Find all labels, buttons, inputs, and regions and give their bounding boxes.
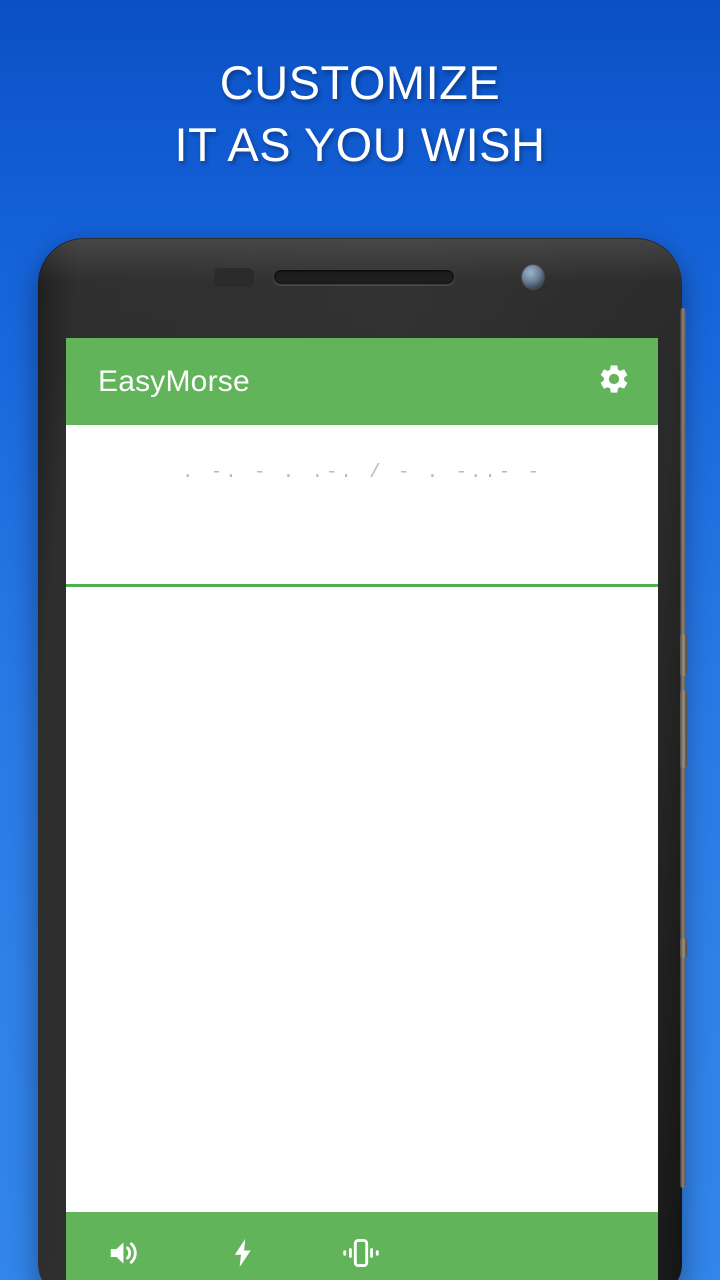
- volume-icon: [106, 1234, 144, 1277]
- promo-headline-line-1: CUSTOMIZE: [219, 56, 501, 109]
- proximity-sensor-icon: [214, 268, 254, 287]
- volume-up-button[interactable]: [680, 634, 687, 676]
- promo-headline: CUSTOMIZE IT AS YOU WISH: [0, 52, 720, 176]
- flash-button[interactable]: [184, 1236, 302, 1275]
- message-content-area[interactable]: [66, 587, 658, 1212]
- promo-headline-line-2: IT AS YOU WISH: [174, 118, 546, 171]
- app-bar: EasyMorse: [66, 338, 658, 425]
- earpiece-speaker-icon: [273, 269, 455, 285]
- volume-down-button[interactable]: [680, 690, 687, 768]
- morse-display-area[interactable]: . -. - . .-. / - . -..- -: [66, 425, 658, 587]
- bottom-toolbar: [66, 1212, 658, 1280]
- vibrate-icon: [341, 1235, 381, 1276]
- settings-button[interactable]: [590, 358, 638, 406]
- phone-screen: EasyMorse . -. - . .-. / - . -..- -: [66, 338, 658, 1280]
- phone-mockup: EasyMorse . -. - . .-. / - . -..- -: [38, 238, 687, 1280]
- sound-button[interactable]: [66, 1234, 184, 1277]
- app-title: EasyMorse: [98, 364, 250, 398]
- gear-icon: [597, 362, 631, 401]
- bolt-icon: [226, 1236, 260, 1275]
- front-camera-icon: [521, 264, 545, 290]
- power-button[interactable]: [680, 938, 687, 958]
- phone-top-bezel: [38, 238, 682, 338]
- morse-code-text[interactable]: . -. - . .-. / - . -..- -: [66, 461, 658, 483]
- vibrate-button[interactable]: [302, 1235, 420, 1276]
